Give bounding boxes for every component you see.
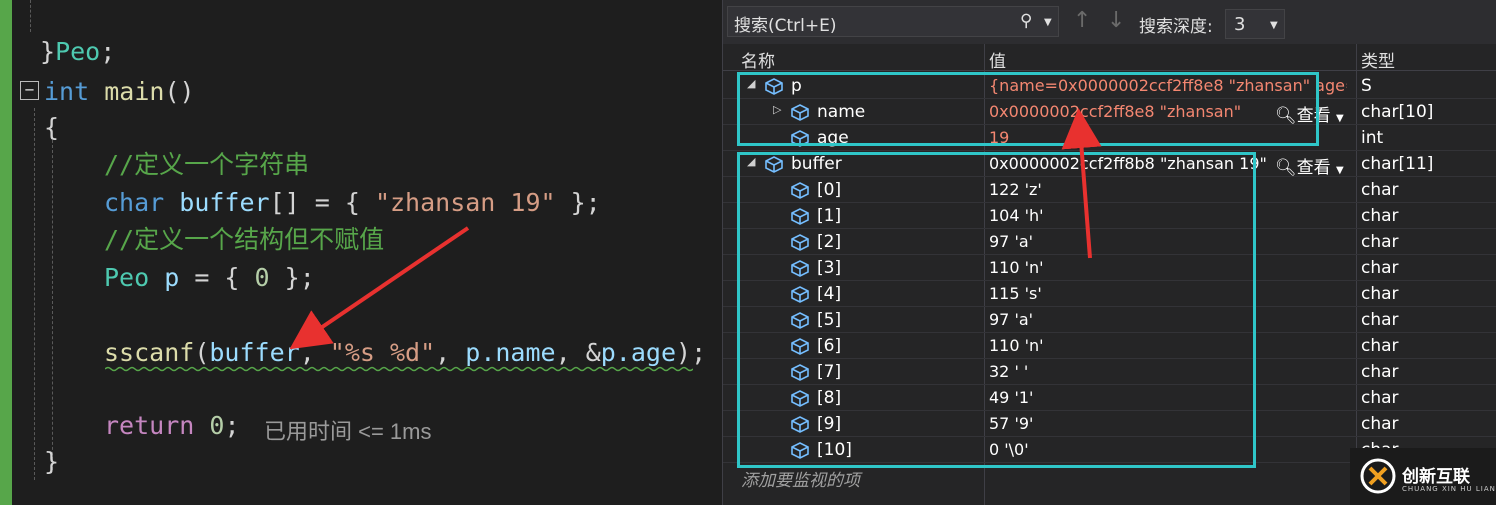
watch-header: 名称 值 类型 [723,44,1496,72]
keyword: char [104,188,165,217]
code-line-close-brace[interactable]: } [44,447,59,477]
code-editor[interactable]: }Peo; − int main() { //定义一个字符串 char buff… [0,0,722,505]
search-depth-value: 3 [1234,14,1246,35]
search-depth-label: 搜索深度: [1139,17,1213,37]
operator-text: }; [269,263,315,292]
logo-icon [1360,458,1396,494]
search-placeholder: 搜索(Ctrl+E) [734,16,837,36]
add-watch-item[interactable]: 添加要监视的项 [741,466,860,491]
search-depth-select[interactable]: 3 ▼ [1225,9,1285,39]
comma: , [555,338,586,367]
code-line-return[interactable]: return 0; [104,411,240,441]
logo-subtext: CHUANG XIN HU LIAN [1402,485,1496,493]
code-line-decl-buffer[interactable]: char buffer[] = { "zhansan 19" }; [104,188,601,218]
watch-row-type: S [1361,76,1372,96]
code-line-decl-p[interactable]: Peo p = { 0 }; [104,263,315,293]
search-icon[interactable]: ⚲ [1020,11,1032,31]
watch-row-type: char [1361,310,1399,330]
address-operator: & [585,338,601,367]
chevron-down-icon[interactable]: ▼ [1044,17,1052,28]
watch-row-type: char [1361,414,1399,434]
code-line-comment2[interactable]: //定义一个结构但不赋值 [104,225,384,255]
chevron-down-icon: ▼ [1336,113,1344,124]
column-header-type[interactable]: 类型 [1361,47,1395,72]
watch-row-type: char [1361,206,1399,226]
chevron-down-icon: ▼ [1336,165,1344,176]
number-literal: 0 [254,263,270,292]
elapsed-time-hint: 已用时间 <= 1ms [264,419,432,444]
semicolon: ; [100,37,116,66]
viewer-label: 查看 [1296,158,1331,178]
argument: p.name [465,338,556,367]
search-input[interactable]: 搜索(Ctrl+E) ⚲ ▼ [727,6,1059,37]
semicolon: ; [224,411,240,440]
indent-guide [52,140,53,470]
operator-text: = { [179,263,255,292]
watch-row-type: char[11] [1361,154,1434,174]
watch-toolbar: 搜索(Ctrl+E) ⚲ ▼ ↑ ↓ 搜索深度: 3 ▼ [723,0,1496,44]
variable-name: p [164,263,180,292]
code-line-open-brace[interactable]: { [44,113,59,143]
operator-text: }; [555,188,601,217]
fold-toggle-button[interactable]: − [20,81,39,100]
comma: , [299,338,330,367]
watch-row-type: char [1361,362,1399,382]
search-next-button[interactable]: ↓ [1107,8,1125,33]
watch-row-type: char [1361,180,1399,200]
change-margin [0,0,12,505]
operator-text: [] = { [269,188,375,217]
variable-name: buffer [179,188,270,217]
watch-row-type: char[10] [1361,102,1434,122]
comma: , [435,338,466,367]
magnifier-icon: 🔍︎ [1275,158,1297,178]
paren: ); [676,338,707,367]
keyword: return [104,411,195,440]
brace: } [40,37,56,66]
text-visualizer-button[interactable]: 🔍︎查看 ▼ [1275,153,1344,178]
number-literal: 0 [209,411,225,440]
code-line-comment1[interactable]: //定义一个字符串 [104,150,309,180]
watch-row-type: char [1361,388,1399,408]
watch-row-type: char [1361,232,1399,252]
function-name: sscanf [104,338,195,367]
code-line-sscanf[interactable]: sscanf(buffer, "%s %d", p.name, &p.age); [104,338,706,368]
indent-guide [30,0,31,32]
chevron-down-icon: ▼ [1270,20,1278,31]
warning-squiggle [105,366,693,372]
argument: p.age [600,338,677,367]
highlight-box-p [737,72,1319,146]
highlight-box-buffer [737,152,1256,468]
watch-row-type: char [1361,284,1399,304]
indent-guide [34,108,35,480]
search-previous-button[interactable]: ↑ [1073,8,1091,33]
column-header-value[interactable]: 值 [989,47,1006,72]
format-string: "%s %d" [329,338,436,367]
watch-row-type: char [1361,258,1399,278]
argument: buffer [209,338,300,367]
keyword: int [44,77,90,106]
watch-row-type: char [1361,336,1399,356]
code-line-struct-close[interactable]: }Peo; [40,37,115,67]
code-line-main[interactable]: int main() [44,77,195,107]
type-name: Peo [104,263,150,292]
string-literal: "zhansan 19" [374,188,556,217]
watermark-logo: 创新互联 CHUANG XIN HU LIAN [1350,448,1496,505]
function-name: main [104,77,165,106]
column-header-name[interactable]: 名称 [741,47,775,72]
paren: ( [194,338,210,367]
logo-text: 创新互联 [1402,467,1470,487]
watch-row-type: int [1361,128,1384,148]
parens: () [164,77,195,106]
type-name: Peo [55,37,101,66]
